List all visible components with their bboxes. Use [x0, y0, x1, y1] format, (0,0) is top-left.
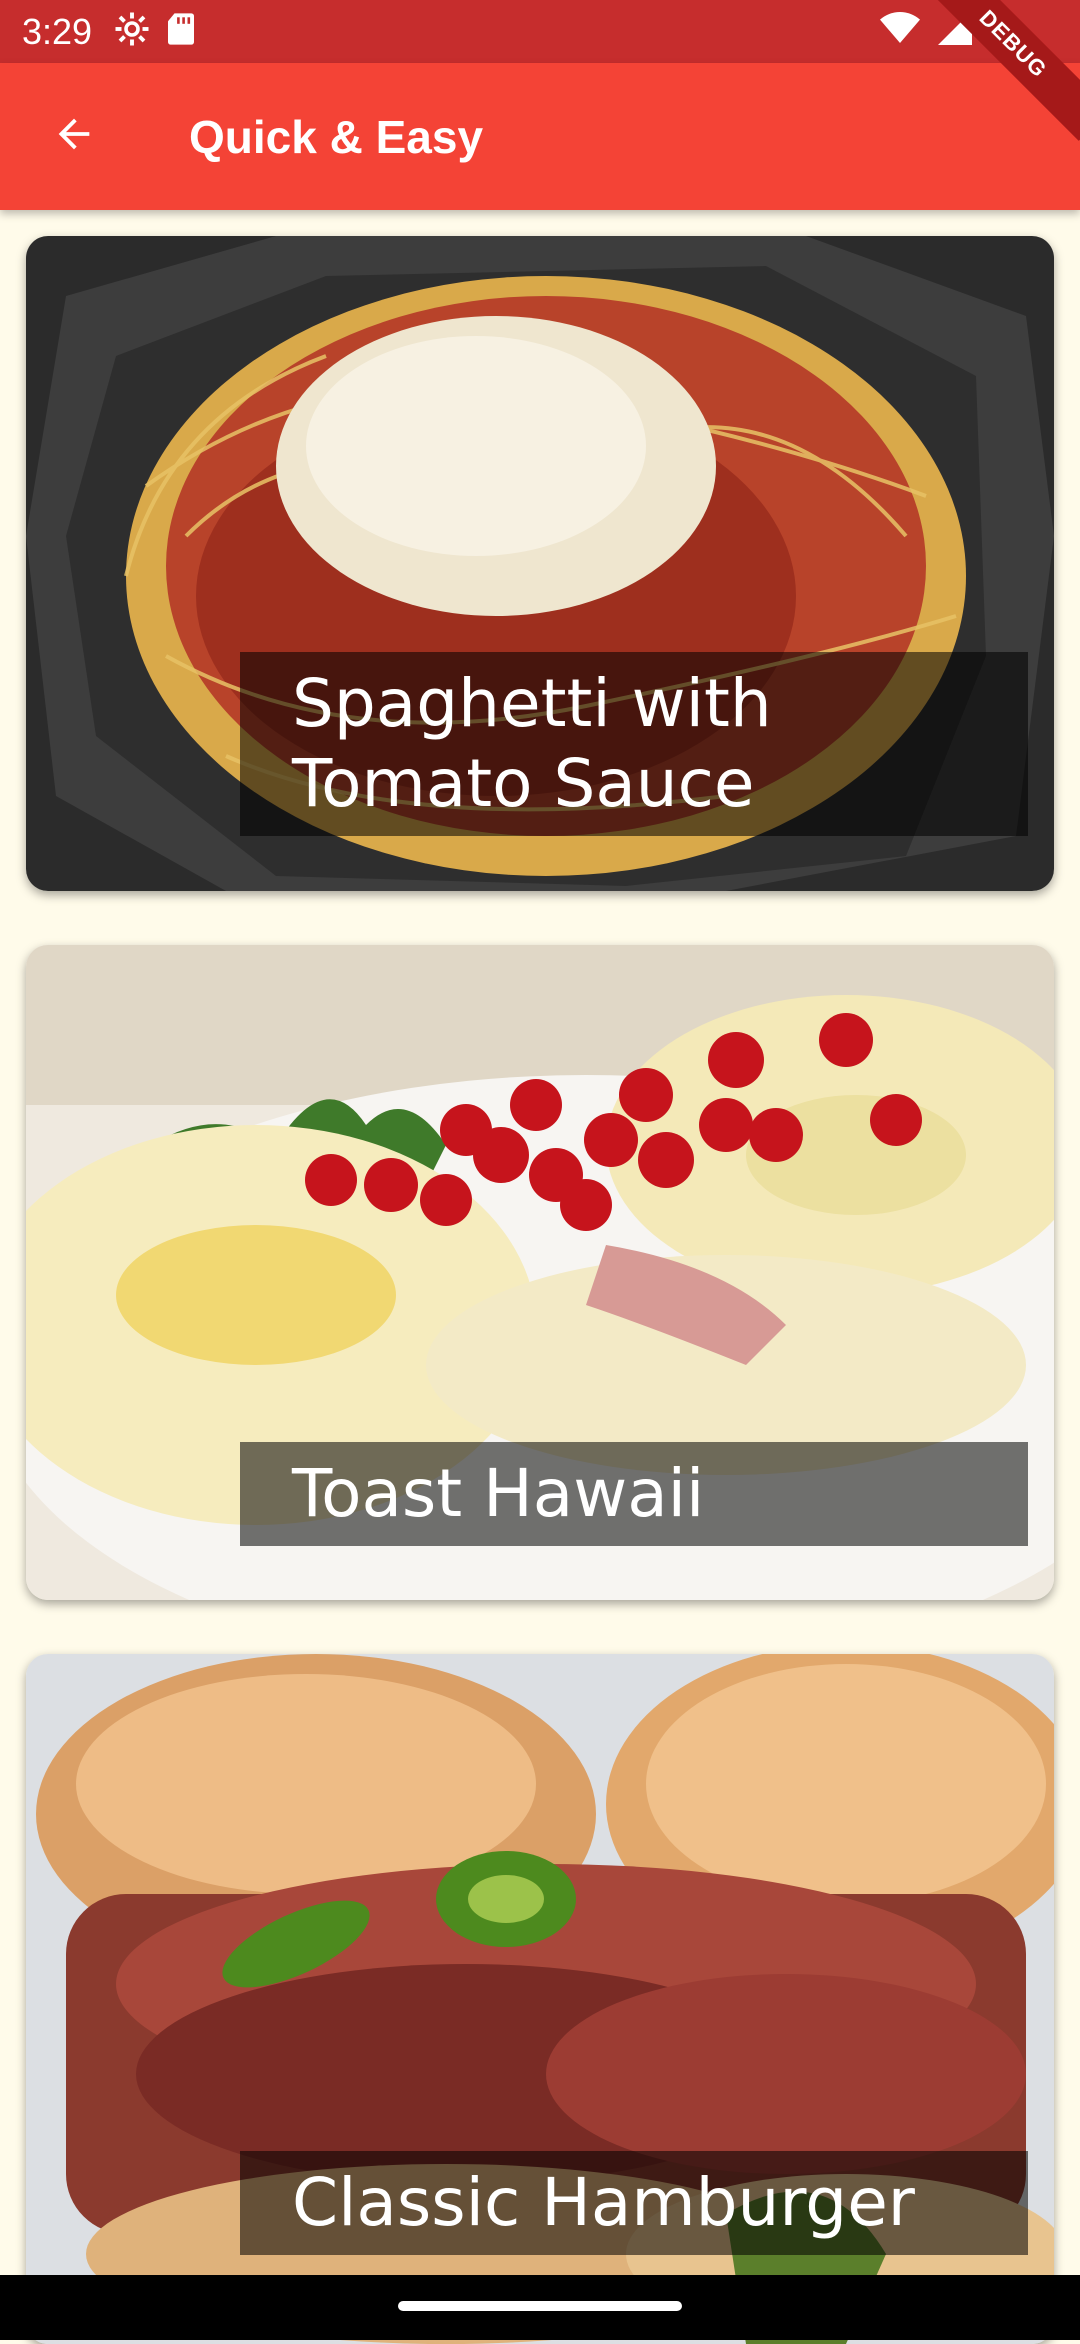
meal-card[interactable]: Classic Hamburger	[26, 1654, 1054, 2344]
meal-title: Spaghetti with Tomato Sauce	[240, 652, 1028, 836]
meal-title: Toast Hawaii	[240, 1442, 1028, 1546]
home-indicator[interactable]	[398, 2301, 682, 2311]
meal-card[interactable]: Toast Hawaii	[26, 945, 1054, 1600]
back-button[interactable]	[0, 63, 147, 210]
meal-title: Classic Hamburger	[240, 2151, 1028, 2255]
page-title: Quick & Easy	[189, 110, 484, 163]
meal-card[interactable]: Spaghetti with Tomato Sauce	[26, 236, 1054, 891]
navigation-bar	[0, 2275, 1080, 2340]
sd-card-icon	[168, 13, 195, 50]
status-bar: 3:29	[0, 0, 1080, 63]
arrow-left-icon	[51, 111, 97, 162]
wifi-icon	[880, 12, 920, 49]
app-bar: Quick & Easy	[0, 63, 1080, 210]
settings-icon	[114, 11, 150, 52]
status-time: 3:29	[22, 10, 93, 52]
